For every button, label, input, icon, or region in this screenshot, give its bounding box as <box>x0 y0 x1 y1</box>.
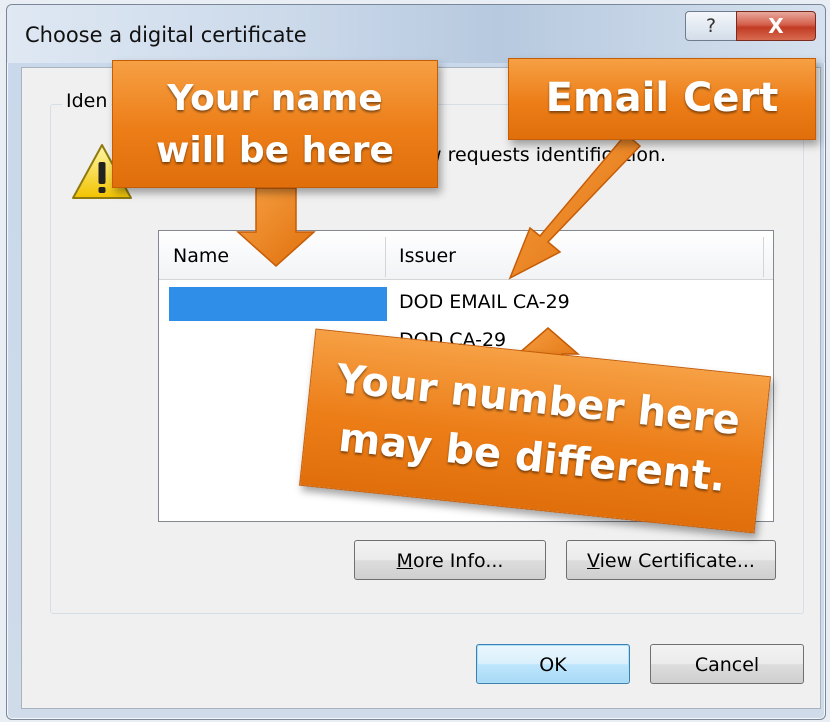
arrow-down <box>236 187 316 268</box>
arrow-diagonal <box>508 132 642 280</box>
callout-name: Your name will be here <box>112 60 438 188</box>
callout-email-cert: Email Cert <box>508 58 816 140</box>
